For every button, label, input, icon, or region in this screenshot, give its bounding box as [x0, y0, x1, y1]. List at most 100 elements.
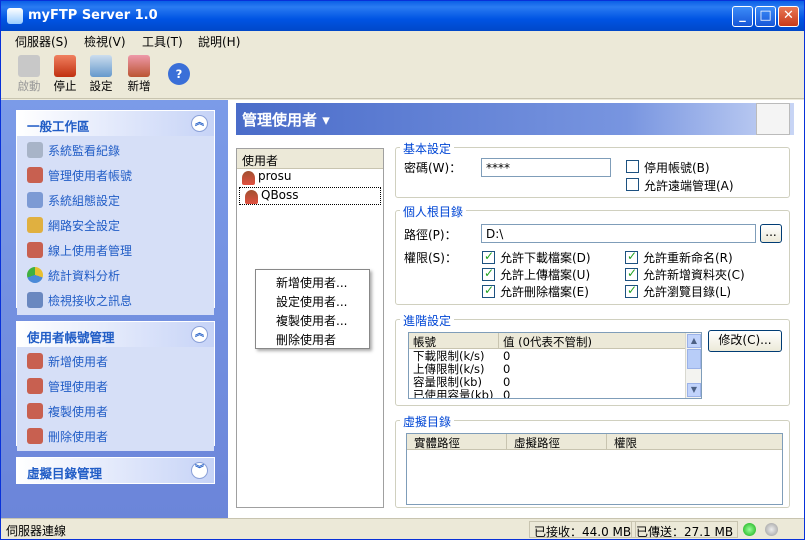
- limits-table: 帳號 值 (0代表不管制) 下載限制(k/s) 0 上傳限制(k/s) 0 容量…: [408, 332, 702, 399]
- general-group-header[interactable]: 一般工作區 ︽: [17, 111, 214, 136]
- help-icon: ?: [168, 63, 190, 85]
- sidebar-item-manage-accounts[interactable]: 管理使用者帳號: [17, 165, 214, 190]
- online-indicator-icon: [743, 523, 756, 536]
- perm-rename-label: 允許重新命名(R): [643, 251, 733, 265]
- add-user-icon: [27, 353, 43, 369]
- perm-upload-label: 允許上傳檔案(U): [500, 268, 591, 282]
- sidebar-item-delete-user[interactable]: 刪除使用者: [17, 426, 214, 451]
- lock-icon: [27, 217, 43, 233]
- perm-delete-checkbox[interactable]: [482, 283, 495, 298]
- minimize-button[interactable]: _: [732, 6, 753, 27]
- status-bar: 伺服器連線 已接收：44.0 MB 已傳送：27.1 MB: [1, 518, 804, 539]
- path-field[interactable]: D:\: [481, 224, 756, 243]
- perm-mkdir-checkbox[interactable]: [625, 266, 638, 281]
- dropdown-arrow-icon[interactable]: ▾: [322, 111, 330, 129]
- sidebar-item-label: 網路安全設定: [48, 219, 121, 233]
- add-button[interactable]: 新增: [123, 55, 155, 94]
- sidebar-item-label: 管理使用者帳號: [48, 169, 133, 183]
- sidebar-item-manage-user[interactable]: 管理使用者: [17, 376, 214, 401]
- disable-account-checkbox[interactable]: [626, 160, 639, 173]
- modify-button[interactable]: 修改(C)...: [708, 330, 782, 352]
- sidebar-item-system-config[interactable]: 系統組態設定: [17, 190, 214, 215]
- scroll-down-icon[interactable]: ▼: [687, 383, 701, 397]
- password-label: 密碼(W)：: [404, 161, 462, 175]
- context-menu: 新增使用者... 設定使用者... 複製使用者... 刪除使用者: [255, 269, 370, 349]
- maximize-button[interactable]: □: [755, 6, 776, 27]
- sidebar-item-label: 線上使用者管理: [48, 244, 133, 258]
- basic-settings-group: 基本設定 密碼(W)： **** 停用帳號(B) 允許遠端管理(A): [395, 140, 790, 198]
- menu-item-edit-user[interactable]: 設定使用者...: [276, 293, 369, 312]
- perm-download-checkbox[interactable]: [482, 249, 495, 264]
- column-header-value[interactable]: 值 (0代表不管制): [499, 333, 687, 349]
- close-button[interactable]: ✕: [778, 6, 799, 27]
- row-key: 上傳限制(k/s): [413, 362, 485, 376]
- stop-button[interactable]: 停止: [49, 55, 81, 94]
- vdir-group-title: 虛擬目錄管理: [27, 466, 103, 481]
- stop-label: 停止: [53, 79, 77, 93]
- scroll-thumb[interactable]: [687, 349, 701, 369]
- menu-item-delete-user[interactable]: 刪除使用者: [276, 331, 369, 350]
- window-title: myFTP Server 1.0: [28, 8, 158, 23]
- column-header-account[interactable]: 帳號: [409, 333, 499, 349]
- sidebar-item-statistics[interactable]: 統計資料分析: [17, 265, 214, 290]
- user-item-qboss[interactable]: QBoss: [239, 187, 381, 205]
- browse-button[interactable]: ...: [760, 224, 782, 243]
- disable-account-label: 停用帳號(B): [644, 161, 710, 175]
- column-header-virtual-path[interactable]: 虛擬路徑: [507, 434, 607, 450]
- collapse-icon[interactable]: ︽: [191, 115, 208, 132]
- status-connection: 伺服器連線: [6, 524, 67, 538]
- scroll-up-icon[interactable]: ▲: [687, 334, 701, 348]
- users-header-icon: [756, 103, 790, 135]
- perm-browse-checkbox[interactable]: [625, 283, 638, 298]
- menu-view[interactable]: 檢視(V): [84, 33, 126, 50]
- sidebar-item-network-security[interactable]: 網路安全設定: [17, 215, 214, 240]
- sidebar-item-label: 複製使用者: [48, 405, 109, 419]
- remote-admin-label: 允許遠端管理(A): [644, 179, 734, 193]
- accounts-group-header[interactable]: 使用者帳號管理 ︽: [17, 322, 214, 347]
- page-title[interactable]: 管理使用者: [242, 111, 317, 129]
- vdir-group-header[interactable]: 虛擬目錄管理 ︾: [17, 458, 214, 483]
- password-field[interactable]: ****: [481, 158, 611, 177]
- accounts-group-title: 使用者帳號管理: [27, 330, 115, 345]
- perm-mkdir-label: 允許新增資料夾(C): [643, 268, 745, 282]
- sidebar-item-label: 系統組態設定: [48, 194, 121, 208]
- column-header-permissions[interactable]: 權限: [607, 434, 782, 450]
- limits-scrollbar[interactable]: ▲ ▼: [685, 333, 701, 398]
- perm-delete-label: 允許刪除檔案(E): [500, 285, 589, 299]
- perm-download-label: 允許下載檔案(D): [500, 251, 591, 265]
- start-button[interactable]: 啟動: [13, 55, 45, 94]
- settings-button[interactable]: 設定: [85, 55, 117, 94]
- home-dir-legend: 個人根目錄: [400, 203, 467, 220]
- play-icon: [18, 55, 40, 77]
- sidebar-item-label: 檢視接收之訊息: [48, 294, 133, 308]
- permissions-label: 權限(S)：: [404, 251, 457, 265]
- user-item-prosu[interactable]: prosu: [237, 169, 383, 187]
- user-name: QBoss: [261, 188, 299, 202]
- menu-tools[interactable]: 工具(T): [142, 33, 183, 50]
- sidebar-item-messages[interactable]: 檢視接收之訊息: [17, 290, 214, 315]
- remote-admin-checkbox[interactable]: [626, 178, 639, 191]
- perm-rename-checkbox[interactable]: [625, 249, 638, 264]
- sidebar-item-copy-user[interactable]: 複製使用者: [17, 401, 214, 426]
- virtual-dir-table[interactable]: 實體路徑 虛擬路徑 權限: [406, 433, 783, 505]
- perm-upload-checkbox[interactable]: [482, 266, 495, 281]
- table-row[interactable]: 已使用容量(kb): [413, 389, 493, 399]
- collapse-icon[interactable]: ︽: [191, 326, 208, 343]
- general-group: 一般工作區 ︽ 系統監看紀錄 管理使用者帳號 系統組態設定 網路安全設定 線上使用…: [16, 110, 215, 315]
- menu-item-add-user[interactable]: 新增使用者...: [276, 274, 369, 293]
- title-bar[interactable]: myFTP Server 1.0 _ □ ✕: [1, 1, 804, 31]
- sidebar-item-add-user[interactable]: 新增使用者: [17, 351, 214, 376]
- sidebar-item-online-users[interactable]: 線上使用者管理: [17, 240, 214, 265]
- status-sent: 已傳送：27.1 MB: [631, 521, 739, 539]
- stop-icon: [54, 55, 76, 77]
- help-button[interactable]: ?: [163, 63, 195, 86]
- row-key: 下載限制(k/s): [413, 349, 485, 363]
- menu-server[interactable]: 伺服器(S): [15, 33, 68, 50]
- expand-icon[interactable]: ︾: [191, 462, 208, 479]
- column-header-physical-path[interactable]: 實體路徑: [407, 434, 507, 450]
- sidebar-item-label: 新增使用者: [48, 355, 109, 369]
- menu-help[interactable]: 說明(H): [198, 33, 240, 50]
- menu-item-copy-user[interactable]: 複製使用者...: [276, 312, 369, 331]
- user-list: 使用者 prosu QBoss 新增使用者... 設定使用者... 複製使用者.…: [236, 148, 384, 508]
- sidebar-item-monitor-log[interactable]: 系統監看紀錄: [17, 140, 214, 165]
